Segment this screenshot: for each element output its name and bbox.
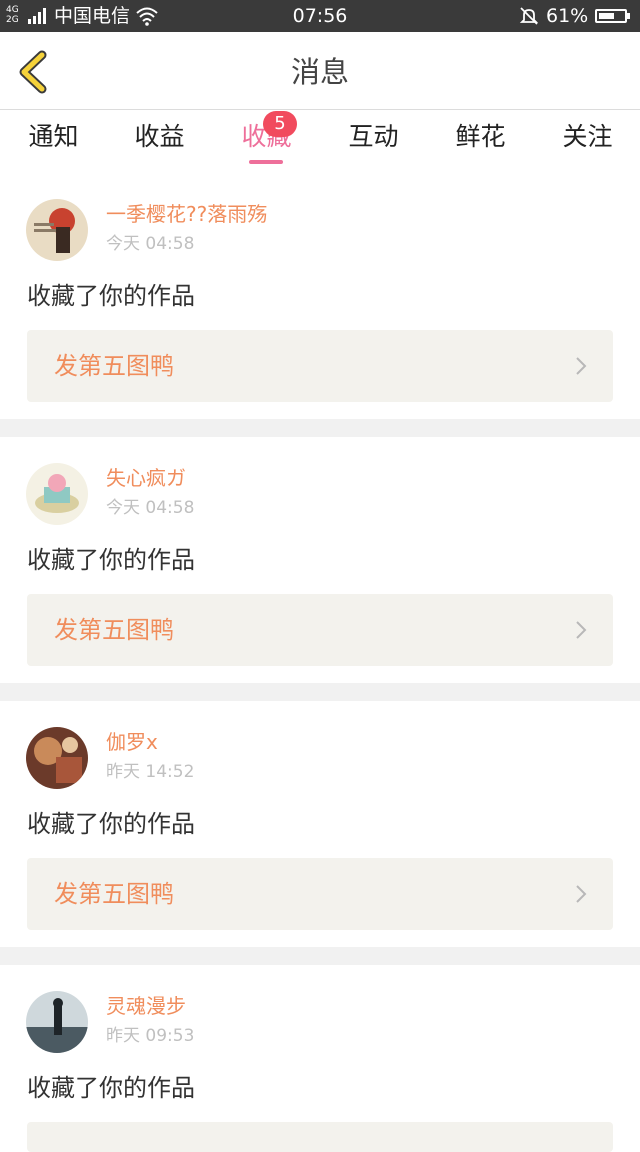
- work-title: 发第五图鸭: [54, 352, 174, 380]
- tab-interactions[interactable]: 互动: [320, 120, 427, 170]
- user-name[interactable]: 伽罗x: [106, 730, 158, 754]
- chevron-right-icon: [576, 621, 587, 639]
- timestamp: 昨天 14:52: [106, 762, 195, 782]
- unread-badge: 5: [263, 111, 297, 137]
- separator: [0, 419, 640, 437]
- avatar[interactable]: [26, 463, 88, 525]
- work-link[interactable]: 发第五图鸭: [27, 858, 613, 930]
- separator: [0, 947, 640, 965]
- bell-muted-icon: [519, 7, 539, 25]
- message-card: 伽罗x 昨天 14:52 收藏了你的作品 发第五图鸭: [0, 701, 640, 947]
- user-name[interactable]: 灵魂漫步: [106, 994, 186, 1018]
- action-text: 收藏了你的作品: [27, 1074, 195, 1102]
- separator: [0, 683, 640, 701]
- clock: 07:56: [292, 5, 348, 27]
- work-link[interactable]: 发第五图鸭: [27, 330, 613, 402]
- tab-label: 通知: [28, 122, 79, 151]
- timestamp: 今天 04:58: [106, 234, 195, 254]
- tab-favorites[interactable]: 收藏 5: [213, 111, 320, 170]
- action-text: 收藏了你的作品: [27, 546, 195, 574]
- tab-label: 关注: [562, 122, 613, 151]
- work-title: 发第五图鸭: [54, 616, 174, 644]
- chevron-right-icon: [576, 357, 587, 375]
- tab-label: 鲜花: [455, 122, 506, 151]
- work-link[interactable]: 发第五图鸭: [27, 594, 613, 666]
- battery-icon: [595, 9, 630, 23]
- user-name[interactable]: 失心疯ガ: [106, 466, 186, 490]
- work-title: 发第五图鸭: [54, 880, 174, 908]
- tab-following[interactable]: 关注: [534, 120, 640, 170]
- action-text: 收藏了你的作品: [27, 810, 195, 838]
- avatar[interactable]: [26, 199, 88, 261]
- tab-earnings[interactable]: 收益: [106, 120, 213, 170]
- timestamp: 今天 04:58: [106, 498, 195, 518]
- tab-label: 收益: [134, 122, 185, 151]
- page-title: 消息: [290, 55, 349, 89]
- timestamp: 昨天 09:53: [106, 1026, 195, 1046]
- avatar[interactable]: [26, 727, 88, 789]
- active-tab-indicator: [249, 160, 283, 164]
- message-card: 一季樱花??落雨殇 今天 04:58 收藏了你的作品 发第五图鸭: [0, 173, 640, 419]
- nav-header: 消息: [0, 32, 640, 110]
- avatar[interactable]: [26, 991, 88, 1053]
- tab-flowers[interactable]: 鲜花: [427, 120, 534, 170]
- chevron-right-icon: [576, 885, 587, 903]
- tab-notifications[interactable]: 通知: [0, 120, 107, 170]
- message-card: 灵魂漫步 昨天 09:53 收藏了你的作品: [0, 965, 640, 1152]
- user-name[interactable]: 一季樱花??落雨殇: [106, 202, 267, 226]
- battery-percent: 61%: [546, 5, 589, 27]
- status-bar: 4G 2G 中国电信 07:56 61%: [0, 0, 640, 32]
- action-text: 收藏了你的作品: [27, 282, 195, 310]
- tab-label: 互动: [348, 122, 399, 151]
- work-link[interactable]: [27, 1122, 613, 1152]
- message-card: 失心疯ガ 今天 04:58 收藏了你的作品 发第五图鸭: [0, 437, 640, 683]
- tab-bar: 通知 收益 收藏 5 互动 鲜花 关注: [0, 110, 640, 176]
